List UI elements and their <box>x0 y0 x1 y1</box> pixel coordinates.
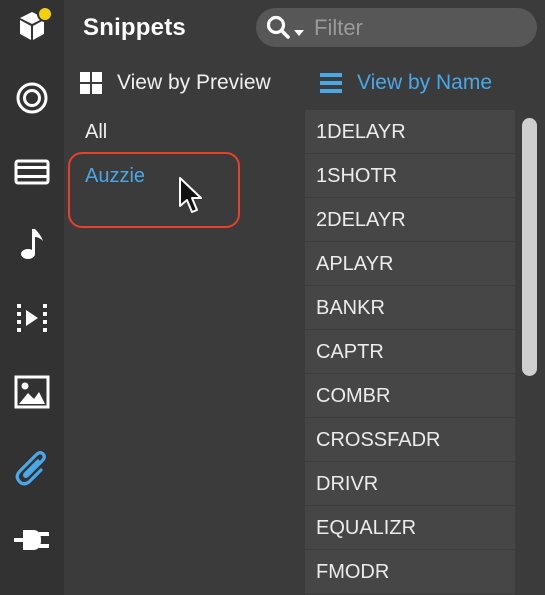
grid-icon <box>79 71 103 95</box>
list-item[interactable]: DRIVR <box>305 462 515 506</box>
list-item[interactable]: EQUALIZR <box>305 506 515 550</box>
scrollbar-thumb[interactable] <box>522 118 537 376</box>
paperclip-icon[interactable] <box>12 446 52 486</box>
list-item[interactable]: APLAYR <box>305 242 515 286</box>
video-icon[interactable] <box>12 298 52 338</box>
list-item[interactable]: BANKR <box>305 286 515 330</box>
film-icon[interactable] <box>12 152 52 192</box>
mouse-cursor-icon <box>178 176 206 221</box>
chevron-down-icon[interactable] <box>293 24 305 42</box>
filter-field[interactable] <box>256 8 537 47</box>
search-icon[interactable] <box>266 15 292 46</box>
icon-rail <box>0 0 64 595</box>
list-item[interactable]: CAPTR <box>305 330 515 374</box>
badge-dot <box>37 6 52 22</box>
view-by-preview-button[interactable]: View by Preview <box>79 66 271 100</box>
music-note-icon[interactable] <box>12 224 52 264</box>
page-title: Snippets <box>83 14 186 41</box>
cube-icon[interactable] <box>12 6 52 46</box>
view-by-name-label: View by Name <box>357 71 493 94</box>
list-item[interactable]: FMODR <box>305 550 515 594</box>
list-item[interactable]: 1DELAYR <box>305 110 515 154</box>
snippet-list: 1DELAYR 1SHOTR 2DELAYR APLAYR BANKR CAPT… <box>305 110 515 595</box>
filter-input[interactable] <box>314 8 524 47</box>
list-item[interactable]: 2DELAYR <box>305 198 515 242</box>
list-item[interactable]: COMBR <box>305 374 515 418</box>
target-icon[interactable] <box>12 78 52 118</box>
view-by-name-button[interactable]: View by Name <box>319 66 492 100</box>
highlight-ring <box>68 152 240 228</box>
plug-icon[interactable] <box>12 520 52 560</box>
category-all[interactable]: All <box>85 121 107 144</box>
list-item[interactable]: CROSSFADR <box>305 418 515 462</box>
list-item[interactable]: 1SHOTR <box>305 154 515 198</box>
view-by-preview-label: View by Preview <box>117 71 271 94</box>
list-icon <box>319 71 343 95</box>
image-icon[interactable] <box>12 372 52 412</box>
